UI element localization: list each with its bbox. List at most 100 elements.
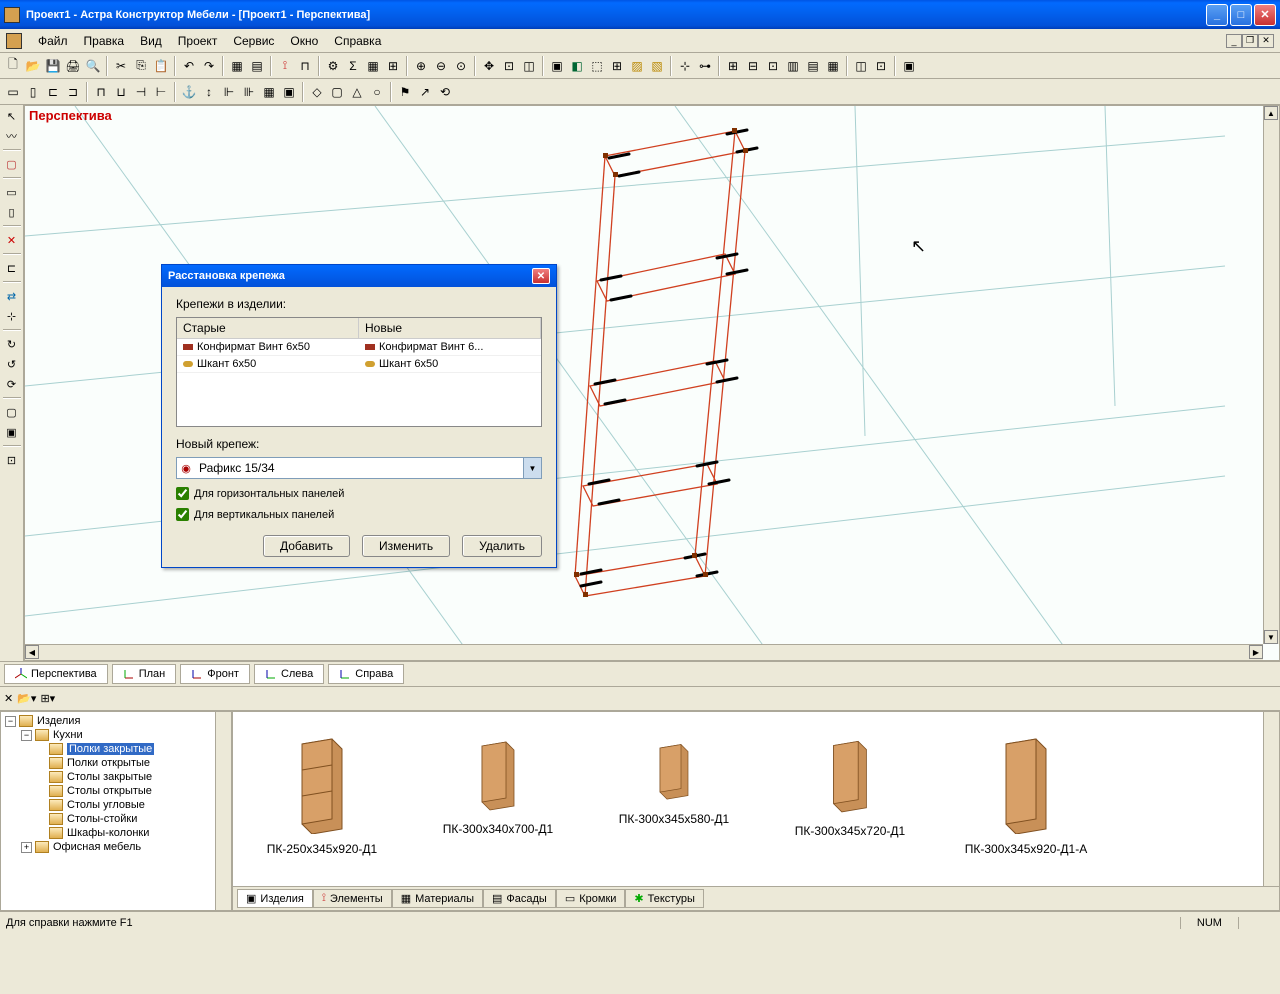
lib-open-icon[interactable]: 📂▾ (17, 692, 36, 705)
preview-icon[interactable]: 🔍 (84, 57, 102, 75)
vp4-icon[interactable]: ▥ (784, 57, 802, 75)
anchor3-icon[interactable]: ⊩ (220, 83, 238, 101)
snap-icon[interactable]: ⊡ (500, 57, 518, 75)
menu-edit[interactable]: Правка (76, 31, 133, 51)
grid-icon[interactable]: ⊞ (384, 57, 402, 75)
handle-icon[interactable]: ⊓ (296, 57, 314, 75)
lib-view-icon[interactable]: ⊞▾ (40, 692, 55, 705)
menu-file[interactable]: Файл (30, 31, 76, 51)
tab-right[interactable]: Справа (328, 664, 404, 684)
print-icon[interactable]: 🖨 (64, 57, 82, 75)
menu-view[interactable]: Вид (132, 31, 170, 51)
col-new[interactable]: Новые (359, 318, 541, 338)
anchor1-icon[interactable]: ⚓ (180, 83, 198, 101)
layer2-icon[interactable]: ⊡ (872, 57, 890, 75)
table-icon[interactable]: ▦ (364, 57, 382, 75)
tab-materials[interactable]: ▦Материалы (392, 889, 483, 908)
clip-icon[interactable]: ⊏ (3, 259, 21, 277)
tab-elements[interactable]: ⟟Элементы (313, 889, 392, 908)
viewport-hscrollbar[interactable]: ◀ ▶ (25, 644, 1263, 660)
delete-button[interactable]: Удалить (462, 535, 542, 557)
sigma-icon[interactable]: Σ (344, 57, 362, 75)
select-icon[interactable]: ↖ (3, 107, 21, 125)
tree-item-3[interactable]: Столы открытые (3, 784, 229, 798)
cube6-icon[interactable]: ▧ (648, 57, 666, 75)
viewport-vscrollbar[interactable]: ▲ ▼ (1263, 106, 1279, 644)
rect-icon[interactable]: ▭ (3, 183, 21, 201)
vp3-icon[interactable]: ⊡ (764, 57, 782, 75)
vp1-icon[interactable]: ⊞ (724, 57, 742, 75)
p5-icon[interactable]: ⊓ (92, 83, 110, 101)
thumb-item[interactable]: ПК-300x345x580-Д1 (599, 722, 749, 826)
rect2-icon[interactable]: ▯ (3, 203, 21, 221)
edit-button[interactable]: Изменить (362, 535, 450, 557)
tree-icon[interactable]: ⚙ (324, 57, 342, 75)
copy-icon[interactable]: ⎘ (132, 57, 150, 75)
tree-panel[interactable]: −Изделия −Кухни Полки закрытые Полки отк… (0, 711, 232, 911)
p6-icon[interactable]: ⊔ (112, 83, 130, 101)
cube5-icon[interactable]: ▨ (628, 57, 646, 75)
flag2-icon[interactable]: ↗ (416, 83, 434, 101)
chevron-down-icon[interactable]: ▼ (523, 458, 541, 478)
arrow2-icon[interactable]: ⊹ (3, 307, 21, 325)
p2-icon[interactable]: ▯ (24, 83, 42, 101)
menu-window[interactable]: Окно (282, 31, 326, 51)
p4-icon[interactable]: ⊐ (64, 83, 82, 101)
tree-office[interactable]: +Офисная мебель (3, 840, 229, 854)
tree-item-4[interactable]: Столы угловые (3, 798, 229, 812)
last-icon[interactable]: ⊡ (3, 451, 21, 469)
shape2-icon[interactable]: ▢ (328, 83, 346, 101)
dialog-titlebar[interactable]: Расстановка крепежа ✕ (162, 265, 556, 287)
chk-vertical-input[interactable] (176, 508, 189, 521)
redo-icon[interactable]: ↷ (200, 57, 218, 75)
menu-project[interactable]: Проект (170, 31, 226, 51)
tab-products[interactable]: ▣Изделия (237, 889, 313, 908)
tab-edges[interactable]: ▭Кромки (556, 889, 626, 908)
thumb-item[interactable]: ПК-300x345x920-Д1-А (951, 722, 1101, 856)
p3-icon[interactable]: ⊏ (44, 83, 62, 101)
shape4-icon[interactable]: ○ (368, 83, 386, 101)
dialog-close-button[interactable]: ✕ (532, 268, 550, 284)
thumb-item[interactable]: ПК-250x345x920-Д1 (247, 722, 397, 856)
tool-b-icon[interactable]: ▤ (248, 57, 266, 75)
scroll-up-icon[interactable]: ▲ (1264, 106, 1278, 120)
doc-close[interactable]: ✕ (1258, 34, 1274, 48)
tree-item-1[interactable]: Полки открытые (3, 756, 229, 770)
anchor6-icon[interactable]: ▣ (280, 83, 298, 101)
dim1-icon[interactable]: ⊹ (676, 57, 694, 75)
rot1-icon[interactable]: ↻ (3, 335, 21, 353)
chk-vertical[interactable]: Для вертикальных панелей (176, 508, 542, 521)
cube4-icon[interactable]: ⊞ (608, 57, 626, 75)
zoom-out-icon[interactable]: ⊖ (432, 57, 450, 75)
tree-kitchens[interactable]: −Кухни (3, 728, 229, 742)
thumb-item[interactable]: ПК-300x340x700-Д1 (423, 722, 573, 836)
col-old[interactable]: Старые (177, 318, 359, 338)
table-row[interactable]: Шкант 6x50 Шкант 6x50 (177, 356, 541, 373)
anchor5-icon[interactable]: ▦ (260, 83, 278, 101)
p7-icon[interactable]: ⊣ (132, 83, 150, 101)
menu-help[interactable]: Справка (326, 31, 389, 51)
tree-root[interactable]: −Изделия (3, 714, 229, 728)
box2-icon[interactable]: ▣ (3, 423, 21, 441)
cube2-icon[interactable]: ◧ (568, 57, 586, 75)
tree-item-2[interactable]: Столы закрытые (3, 770, 229, 784)
scroll-left-icon[interactable]: ◀ (25, 645, 39, 659)
zoom-in-icon[interactable]: ⊕ (412, 57, 430, 75)
menu-service[interactable]: Сервис (225, 31, 282, 51)
open-icon[interactable]: 📂 (24, 57, 42, 75)
flag3-icon[interactable]: ⟲ (436, 83, 454, 101)
save-icon[interactable]: 💾 (44, 57, 62, 75)
rot3-icon[interactable]: ⟳ (3, 375, 21, 393)
tab-perspective[interactable]: Перспектива (4, 664, 108, 684)
doc-restore[interactable]: ❐ (1242, 34, 1258, 48)
tree-item-6[interactable]: Шкафы-колонки (3, 826, 229, 840)
cube3-icon[interactable]: ⬚ (588, 57, 606, 75)
fastener-table[interactable]: Старые Новые Конфирмат Винт 6x50 Конфирм… (176, 317, 542, 427)
tape-icon[interactable]: 〰 (3, 127, 21, 145)
undo-icon[interactable]: ↶ (180, 57, 198, 75)
thumbs-scrollbar[interactable] (1263, 712, 1279, 886)
cut-icon[interactable]: ✂ (112, 57, 130, 75)
pan-icon[interactable]: ✥ (480, 57, 498, 75)
shape1-icon[interactable]: ◇ (308, 83, 326, 101)
vp2-icon[interactable]: ⊟ (744, 57, 762, 75)
